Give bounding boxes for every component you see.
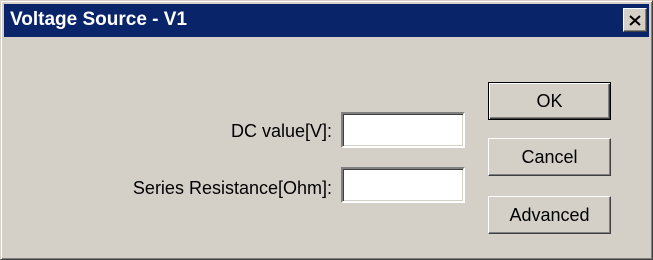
window-title: Voltage Source - V1 xyxy=(10,9,188,30)
cancel-button[interactable]: Cancel xyxy=(488,138,611,176)
advanced-button[interactable]: Advanced xyxy=(488,196,611,234)
series-resistance-input[interactable] xyxy=(341,167,465,203)
close-button[interactable] xyxy=(623,8,647,32)
dc-value-label: DC value[V]: xyxy=(230,121,332,141)
close-icon xyxy=(629,14,641,26)
series-resistance-label: Series Resistance[Ohm]: xyxy=(132,178,332,198)
dc-value-input[interactable] xyxy=(341,112,465,148)
voltage-source-dialog: Voltage Source - V1 DC value[V]: Series … xyxy=(0,0,653,260)
ok-button[interactable]: OK xyxy=(488,82,611,120)
title-bar[interactable]: Voltage Source - V1 xyxy=(4,4,649,37)
